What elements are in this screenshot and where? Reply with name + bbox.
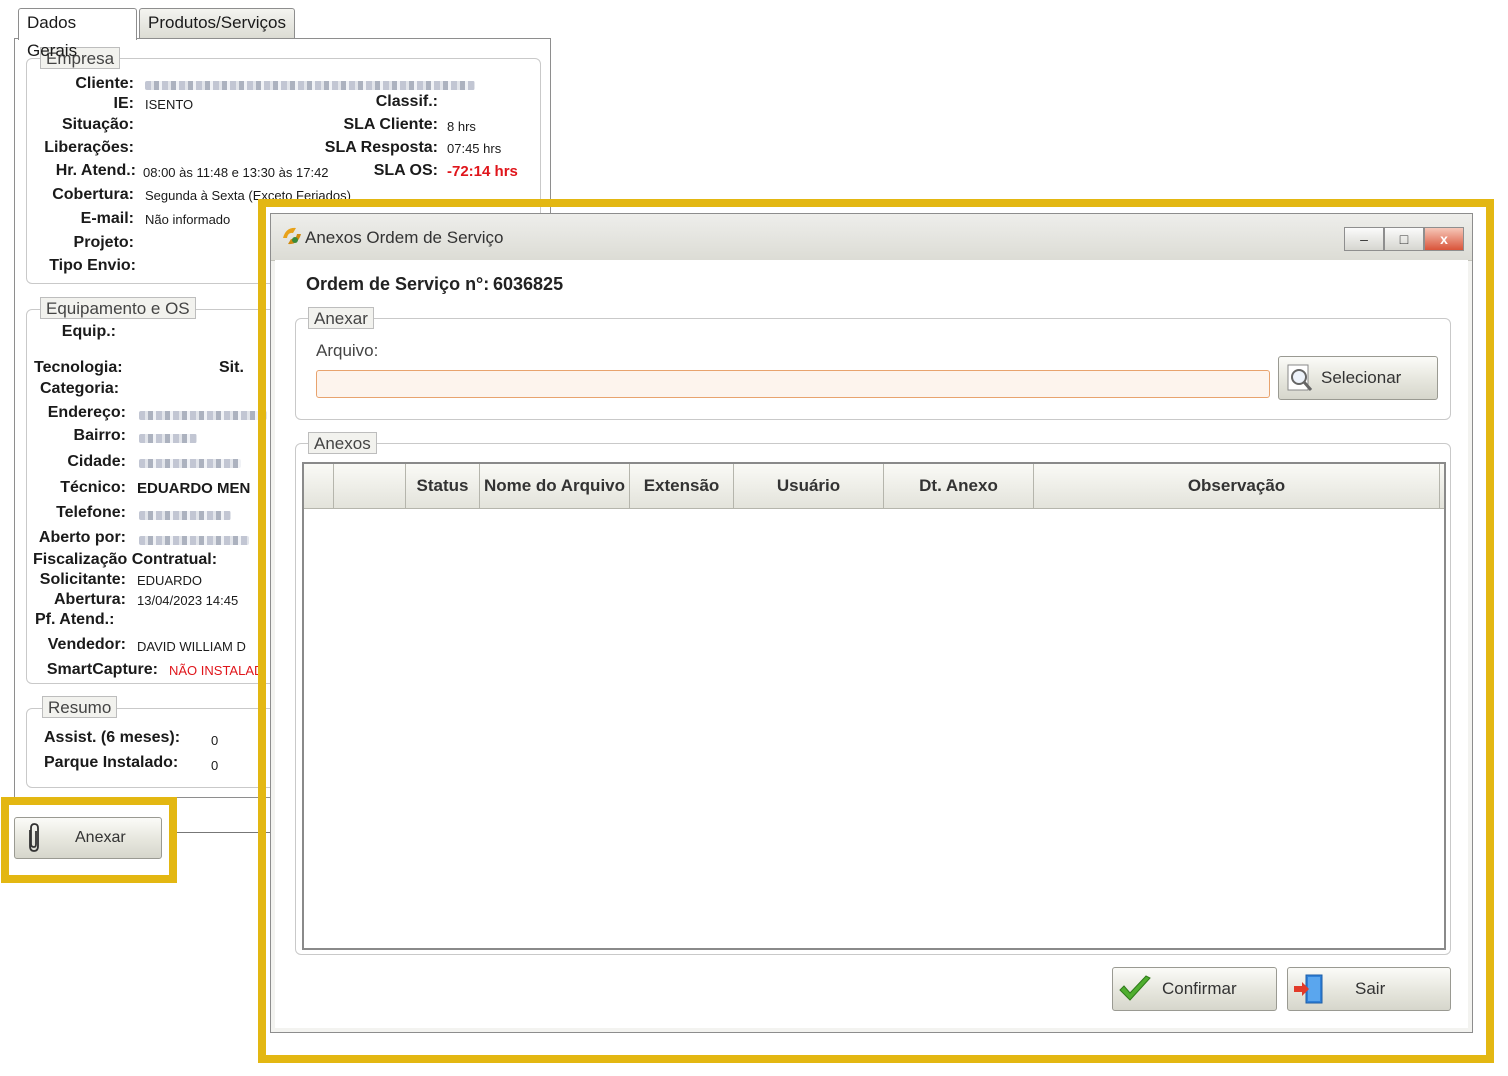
arquivo-input[interactable] [316, 370, 1270, 398]
equip-label: Equip.: [61, 323, 116, 340]
dialog-titlebar[interactable]: Anexos Ordem de Serviço – □ x [271, 214, 1472, 261]
grid-col-observacao[interactable]: Observação [1034, 464, 1440, 508]
liberacoes-label: Liberações: [44, 139, 134, 156]
bairro-value-redacted [139, 434, 197, 443]
grid-header: Status Nome do Arquivo Extensão Usuário … [304, 464, 1444, 509]
sla-resposta-value: 07:45 hrs [447, 141, 502, 156]
close-button[interactable]: x [1424, 227, 1464, 251]
telefone-value-redacted [139, 511, 231, 520]
sla-resposta-label: SLA Resposta: [324, 139, 438, 156]
parque-value: 0 [211, 758, 219, 773]
sla-cliente-label: SLA Cliente: [343, 116, 438, 133]
aberto-por-label: Aberto por: [38, 529, 126, 546]
tab-dados-gerais[interactable]: Dados Gerais [18, 8, 137, 60]
hr-atend-label: Hr. Atend.: [55, 162, 136, 179]
sla-os-label: SLA OS: [373, 162, 438, 179]
minimize-button[interactable]: – [1344, 227, 1384, 251]
smartcapture-label: SmartCapture: [46, 661, 158, 678]
checkmark-icon [1117, 974, 1153, 1009]
tecnologia-label: Tecnologia: [34, 359, 123, 376]
hr-atend-value: 08:00 às 11:48 e 13:30 às 17:42 [143, 165, 329, 180]
equipamento-group-title: Equipamento e OS [40, 297, 196, 319]
cliente-label: Cliente: [75, 75, 134, 92]
arquivo-label: Arquivo: [316, 341, 379, 360]
sit-label: Sit. [219, 359, 244, 376]
cobertura-label: Cobertura: [52, 186, 134, 203]
os-number-value: 6036825 [493, 274, 564, 294]
anexar-button-label: Anexar [75, 829, 126, 846]
solicitante-value: EDUARDO [137, 573, 203, 588]
tipo-envio-label: Tipo Envio: [49, 257, 136, 274]
vendedor-label: Vendedor: [47, 636, 126, 653]
abertura-label: Abertura: [53, 591, 126, 608]
cobertura-value: Segunda à Sexta (Exceto Feriados) [145, 188, 351, 203]
classif-label: Classif.: [375, 93, 438, 110]
cidade-label: Cidade: [67, 453, 126, 470]
ie-value: ISENTO [145, 97, 194, 112]
maximize-button[interactable]: □ [1384, 227, 1424, 251]
os-number-label: Ordem de Serviço n°: [306, 274, 490, 294]
anexar-button[interactable]: Anexar [14, 817, 162, 859]
ie-label: IE: [113, 95, 134, 112]
sla-os-value: -72:14 hrs [447, 163, 518, 180]
email-label: E-mail: [80, 210, 134, 227]
dialog-client-area: Ordem de Serviço n°: 6036825 Anexar Arqu… [275, 260, 1468, 1028]
vendedor-value: DAVID WILLIAM D [137, 639, 246, 654]
cliente-value-redacted [145, 81, 475, 90]
grid-col-status[interactable]: Status [406, 464, 480, 508]
sair-button[interactable]: Sair [1287, 967, 1451, 1011]
anexar-group-title: Anexar [308, 307, 374, 329]
confirmar-button-label: Confirmar [1162, 979, 1237, 998]
anexos-grid[interactable]: Status Nome do Arquivo Extensão Usuário … [302, 462, 1446, 950]
projeto-label: Projeto: [73, 234, 134, 251]
magnifier-icon [1285, 363, 1315, 398]
assist-value: 0 [211, 733, 219, 748]
categoria-label: Categoria: [40, 380, 120, 397]
tab-produtos-servicos[interactable]: Produtos/Serviços [139, 8, 295, 38]
tecnico-value: EDUARDO MEN [137, 480, 251, 497]
aberto-por-value-redacted [139, 536, 249, 545]
situacao-label: Situação: [61, 116, 134, 133]
sair-button-label: Sair [1355, 979, 1386, 998]
grid-col-extensao[interactable]: Extensão [630, 464, 734, 508]
parque-label: Parque Instalado: [44, 754, 179, 771]
grid-col-nome-arquivo[interactable]: Nome do Arquivo [480, 464, 630, 508]
tecnico-label: Técnico: [60, 479, 126, 496]
solicitante-label: Solicitante: [39, 571, 126, 588]
fiscalizacao-label: Fiscalização Contratual: [33, 551, 218, 568]
smartcapture-value: NÃO INSTALAD [169, 663, 264, 678]
bairro-label: Bairro: [73, 427, 126, 444]
abertura-value: 13/04/2023 14:45 [137, 593, 239, 608]
confirmar-button[interactable]: Confirmar [1112, 967, 1277, 1011]
dialog-title: Anexos Ordem de Serviço [305, 228, 504, 247]
resumo-group-title: Resumo [42, 696, 118, 718]
selecionar-button[interactable]: Selecionar [1278, 356, 1438, 400]
paperclip-icon [23, 822, 45, 859]
exit-door-icon [1292, 973, 1326, 1010]
connector-line [170, 832, 270, 833]
app-logo-icon [280, 224, 304, 253]
endereco-value-redacted [139, 411, 267, 420]
cidade-value-redacted [139, 459, 241, 468]
email-value: Não informado [145, 212, 231, 227]
pf-atend-label: Pf. Atend.: [35, 611, 115, 628]
endereco-label: Endereço: [47, 404, 126, 421]
telefone-label: Telefone: [56, 504, 126, 521]
anexos-group-title: Anexos [308, 432, 377, 454]
grid-col-usuario[interactable]: Usuário [734, 464, 884, 508]
assist-label: Assist. (6 meses): [44, 729, 181, 746]
grid-col-dt-anexo[interactable]: Dt. Anexo [884, 464, 1034, 508]
grid-col-blank[interactable] [334, 464, 406, 508]
grid-col-selector[interactable] [304, 464, 334, 508]
anexos-dialog: Anexos Ordem de Serviço – □ x Ordem de S… [270, 213, 1473, 1033]
sla-cliente-value: 8 hrs [447, 119, 476, 134]
selecionar-button-label: Selecionar [1321, 368, 1402, 387]
